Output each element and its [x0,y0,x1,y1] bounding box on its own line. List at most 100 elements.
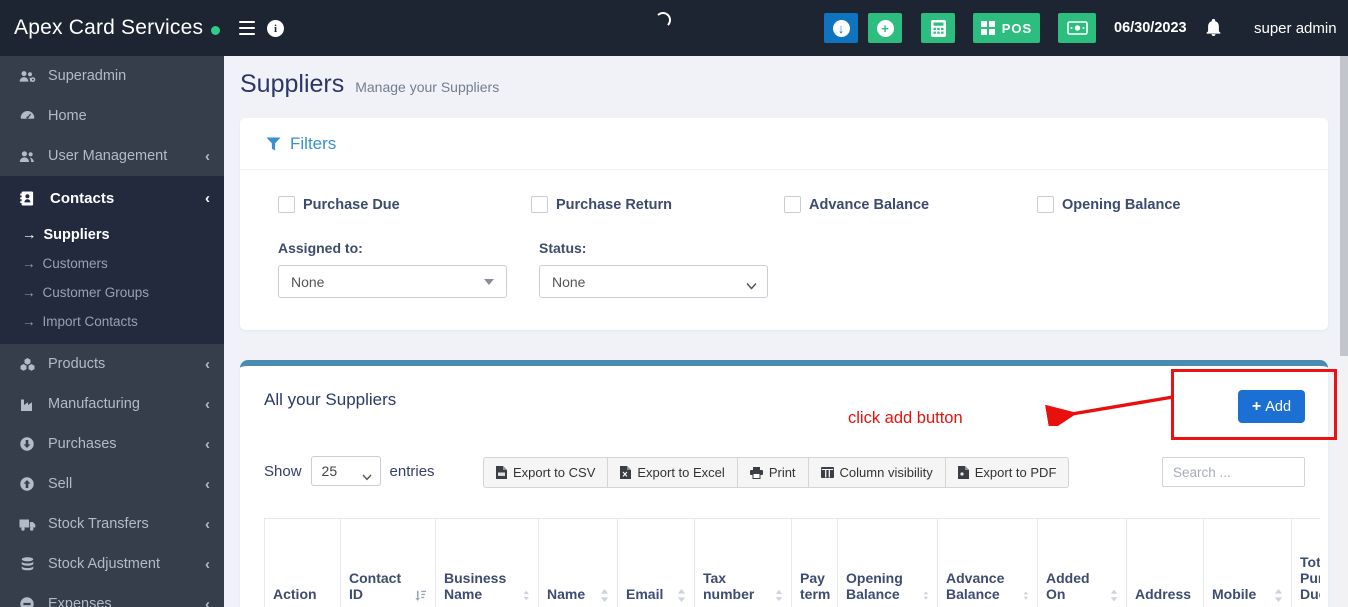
sidebar-subitem-customers[interactable]: → Customers [0,249,224,278]
export-csv-button[interactable]: Export to CSV [483,457,609,488]
button-label: Export to Excel [637,465,725,480]
columns-icon [820,467,834,478]
submenu-arrow-icon: → [22,285,36,300]
filter-purchase-return: Purchase Return [531,196,784,213]
sidebar-item-label: Expenses [48,596,112,607]
hamburger-menu-icon[interactable] [239,21,255,35]
sidebar-item-purchases[interactable]: Purchases ‹ [0,424,224,464]
column-header-email[interactable]: Email [617,518,695,607]
factory-icon [16,398,38,411]
chevron-down-icon [746,277,757,293]
sidebar-item-contacts[interactable]: Contacts ‹ [0,176,224,220]
info-icon[interactable]: i [267,20,284,37]
filters-toggle[interactable]: Filters [240,118,1328,170]
sidebar-item-stock-transfers[interactable]: Stock Transfers ‹ [0,504,224,544]
column-header-opening-balance[interactable]: Opening Balance [837,518,938,607]
checkbox-label: Opening Balance [1062,196,1181,213]
app-brand[interactable]: Apex Card Services [14,0,221,56]
sidebar-subitem-suppliers[interactable]: → Suppliers [0,220,224,249]
page-length-select[interactable]: 25 [310,456,381,486]
pos-button[interactable]: POS [973,13,1040,43]
submenu-arrow-icon: → [22,314,36,329]
column-header-advance-balance[interactable]: Advance Balance [937,518,1038,607]
users-gear-icon [16,70,38,83]
sort-icon [677,589,686,602]
address-book-icon [16,191,38,206]
sidebar-item-label: Superadmin [48,68,127,84]
purchase-due-checkbox[interactable] [278,196,295,213]
calculator-button[interactable] [921,13,955,43]
column-header-name[interactable]: Name [538,518,618,607]
chevron-left-icon: ‹ [205,515,210,533]
calculator-icon [930,19,946,37]
button-label: Column visibility [839,465,933,480]
column-header-address: Address [1126,518,1204,607]
users-icon [16,150,38,163]
notifications-bell-icon[interactable] [1206,18,1221,41]
sidebar-item-label: Sell [48,476,73,492]
chevron-left-icon: ‹ [205,147,210,165]
chevron-left-icon: ‹ [205,595,210,607]
filters-title: Filters [290,133,337,153]
search-input[interactable] [1162,457,1305,487]
annotation-text: click add button [848,409,963,427]
column-header-contact-id[interactable]: Contact ID [340,518,436,607]
status-select[interactable]: None [539,265,768,298]
sort-icon [1110,589,1118,602]
assigned-to-select[interactable]: None [278,265,507,298]
sort-desc-icon [415,590,427,601]
sidebar-item-superadmin[interactable]: Superadmin [0,56,224,96]
purchase-return-checkbox[interactable] [531,196,548,213]
plus-circle-icon: + [876,19,894,37]
chevron-left-icon: ‹ [205,475,210,493]
page-title: Suppliers [240,70,345,98]
filters-body: Purchase Due Purchase Return Advance Bal… [240,170,1328,298]
dashboard-gauge-icon [16,110,38,123]
add-circle-button[interactable]: + [868,13,902,43]
assigned-to-value: None [291,273,325,290]
download-circle-button[interactable]: ↓ [824,13,858,43]
annotation-arrow [1045,395,1174,426]
sidebar-item-stock-adjustment[interactable]: Stock Adjustment ‹ [0,544,224,584]
sidebar-item-user-management[interactable]: User Management ‹ [0,136,224,176]
sidebar-item-expenses[interactable]: Expenses ‹ [0,584,224,607]
column-header-mobile[interactable]: Mobile [1203,518,1292,607]
column-header-tax-number[interactable]: Tax number [694,518,792,607]
export-excel-button[interactable]: Export to Excel [608,457,738,488]
user-menu[interactable]: super admin [1254,0,1337,56]
sidebar-subitem-customer-groups[interactable]: → Customer Groups [0,278,224,307]
column-visibility-button[interactable]: Column visibility [808,457,946,488]
column-header-pay-term: Pay term [791,518,838,607]
button-label: Export to PDF [974,465,1057,480]
status-value: None [552,273,586,290]
advance-balance-checkbox[interactable] [784,196,801,213]
button-label: Export to CSV [513,465,596,480]
column-header-business-name[interactable]: Business Name [435,518,539,607]
column-header-added-on[interactable]: Added On [1037,518,1127,607]
scrollbar-thumb[interactable] [1340,56,1348,356]
page-subtitle: Manage your Suppliers [355,79,500,95]
page-length-control: Show 25 entries [264,456,435,486]
sidebar-item-home[interactable]: Home [0,96,224,136]
sidebar-item-label: Stock Transfers [48,516,149,532]
export-pdf-button[interactable]: Export to PDF [945,457,1070,488]
arrow-circle-down-icon [16,437,38,451]
sidebar-subitem-label: Import Contacts [42,314,138,329]
filters-card: Filters Purchase Due Purchase Return Adv… [240,118,1328,330]
sidebar-subitem-import-contacts[interactable]: → Import Contacts [0,307,224,336]
sidebar-item-manufacturing[interactable]: Manufacturing ‹ [0,384,224,424]
sidebar-item-products[interactable]: Products ‹ [0,344,224,384]
status-label: Status: [539,240,587,256]
print-button[interactable]: Print [737,457,809,488]
main-content: Suppliers Manage your Suppliers Filters … [224,56,1348,607]
cash-register-button[interactable] [1058,13,1096,43]
file-pdf-icon [957,466,969,479]
suppliers-table: Action Contact ID Business Name Name Ema… [264,518,1320,607]
sidebar-item-label: Manufacturing [48,396,140,412]
vertical-scrollbar [1340,56,1348,607]
filter-advance-balance: Advance Balance [784,196,1037,213]
sidebar-item-sell[interactable]: Sell ‹ [0,464,224,504]
pos-button-label: POS [1001,20,1033,36]
opening-balance-checkbox[interactable] [1037,196,1054,213]
show-label: Show [264,462,302,480]
